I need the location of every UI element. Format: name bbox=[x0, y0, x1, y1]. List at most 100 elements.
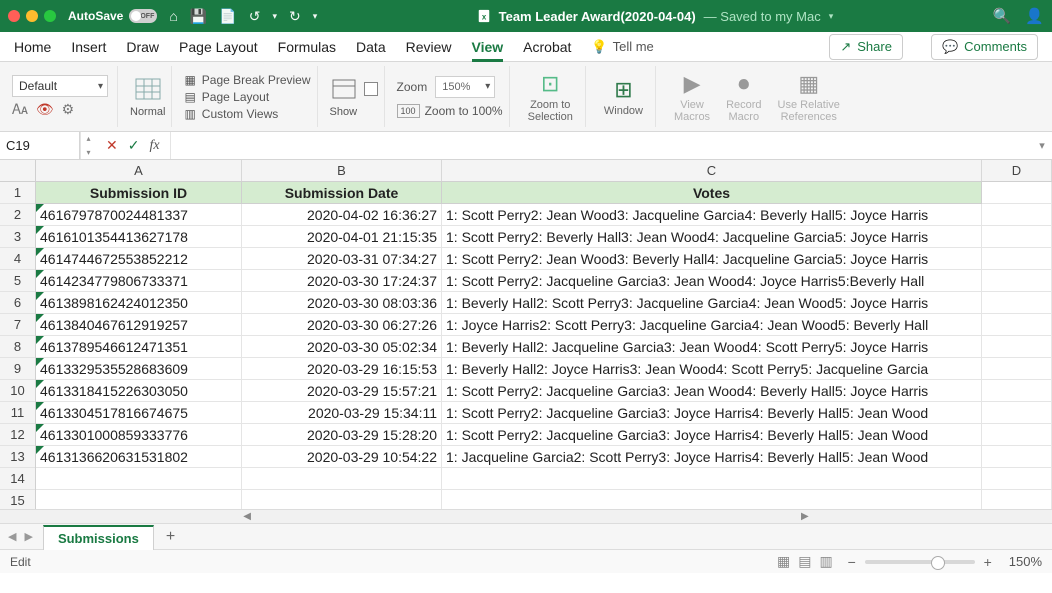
save-icon[interactable]: 💾 bbox=[190, 8, 207, 25]
redo-icon[interactable]: ↻ bbox=[289, 8, 301, 25]
row-header-3[interactable]: 3 bbox=[0, 226, 35, 248]
cell[interactable]: 4613318415226303050 bbox=[36, 380, 242, 402]
cell[interactable]: 4613840467612919257 bbox=[36, 314, 242, 336]
show-icon[interactable] bbox=[330, 75, 358, 103]
zoom-to-100-button[interactable]: 100Zoom to 100% bbox=[397, 104, 503, 118]
cell[interactable] bbox=[982, 270, 1052, 292]
cell[interactable] bbox=[36, 468, 242, 490]
row-header-7[interactable]: 7 bbox=[0, 314, 35, 336]
cell[interactable]: Submission ID bbox=[36, 182, 242, 204]
close-window-icon[interactable] bbox=[8, 10, 20, 22]
settings-icon[interactable]: ⚙ bbox=[62, 101, 75, 118]
cell[interactable]: 2020-03-29 16:15:53 bbox=[242, 358, 442, 380]
formula-input[interactable] bbox=[171, 132, 1032, 159]
cell[interactable]: 4613789546612471351 bbox=[36, 336, 242, 358]
minimize-window-icon[interactable] bbox=[26, 10, 38, 22]
cell[interactable]: 2020-03-30 05:02:34 bbox=[242, 336, 442, 358]
cell[interactable]: 2020-04-01 21:15:35 bbox=[242, 226, 442, 248]
style-dropdown[interactable]: Default bbox=[12, 75, 108, 97]
cell[interactable]: 4613898162424012350 bbox=[36, 292, 242, 314]
zoom-out-button[interactable]: − bbox=[845, 554, 859, 570]
row-header-1[interactable]: 1 bbox=[0, 182, 35, 204]
cell[interactable]: 1: Scott Perry2: Jacqueline Garcia3: Joy… bbox=[442, 424, 982, 446]
tab-nav-next-icon[interactable]: ▶ bbox=[24, 530, 32, 543]
column-header-C[interactable]: C bbox=[442, 160, 982, 181]
menu-acrobat[interactable]: Acrobat bbox=[523, 39, 571, 55]
cell[interactable] bbox=[982, 468, 1052, 490]
cell[interactable]: 1: Scott Perry2: Jacqueline Garcia3: Jea… bbox=[442, 270, 982, 292]
cell[interactable]: 2020-03-29 15:28:20 bbox=[242, 424, 442, 446]
cell[interactable]: 4616101354413627178 bbox=[36, 226, 242, 248]
menu-insert[interactable]: Insert bbox=[71, 39, 106, 55]
cell[interactable] bbox=[982, 182, 1052, 204]
cell[interactable]: 1: Scott Perry2: Jacqueline Garcia3: Joy… bbox=[442, 402, 982, 424]
column-header-A[interactable]: A bbox=[36, 160, 242, 181]
menu-draw[interactable]: Draw bbox=[126, 39, 159, 55]
new-window-button[interactable]: ⊞ Window bbox=[598, 75, 649, 119]
cell[interactable]: 4613136620631531802 bbox=[36, 446, 242, 468]
menu-page-layout[interactable]: Page Layout bbox=[179, 39, 258, 55]
cell[interactable]: 1: Beverly Hall2: Jacqueline Garcia3: Je… bbox=[442, 336, 982, 358]
view-macros-button[interactable]: ▶View Macros bbox=[668, 69, 716, 125]
cell[interactable] bbox=[982, 380, 1052, 402]
eye-icon[interactable]: 👁 bbox=[36, 101, 54, 118]
menu-review[interactable]: Review bbox=[406, 39, 452, 55]
row-header-4[interactable]: 4 bbox=[0, 248, 35, 270]
search-icon[interactable]: 🔍 bbox=[993, 7, 1012, 25]
cell[interactable]: 4613304517816674675 bbox=[36, 402, 242, 424]
tell-me-search[interactable]: 💡 Tell me bbox=[591, 39, 653, 55]
record-macro-button[interactable]: ⏺Record Macro bbox=[720, 69, 767, 125]
custom-views-button[interactable]: ▥ Custom Views bbox=[184, 107, 310, 121]
cell[interactable] bbox=[982, 402, 1052, 424]
cell[interactable]: 1: Scott Perry2: Beverly Hall3: Jean Woo… bbox=[442, 226, 982, 248]
cell[interactable] bbox=[442, 468, 982, 490]
cell[interactable]: 1: Beverly Hall2: Scott Perry3: Jacqueli… bbox=[442, 292, 982, 314]
cell[interactable]: 2020-03-30 06:27:26 bbox=[242, 314, 442, 336]
cell[interactable]: 2020-03-30 08:03:36 bbox=[242, 292, 442, 314]
row-header-10[interactable]: 10 bbox=[0, 380, 35, 402]
fullscreen-window-icon[interactable] bbox=[44, 10, 56, 22]
cell[interactable]: 2020-03-29 15:34:11 bbox=[242, 402, 442, 424]
page-layout-button[interactable]: ▤ Page Layout bbox=[184, 90, 310, 104]
cell[interactable] bbox=[982, 336, 1052, 358]
autosave-switch[interactable]: OFF bbox=[129, 9, 157, 23]
cell[interactable] bbox=[982, 314, 1052, 336]
cell[interactable] bbox=[982, 248, 1052, 270]
autosave-toggle[interactable]: AutoSave OFF bbox=[68, 9, 157, 23]
row-header-9[interactable]: 9 bbox=[0, 358, 35, 380]
chevron-down-icon[interactable]: ▾ bbox=[829, 11, 834, 22]
row-header-8[interactable]: 8 bbox=[0, 336, 35, 358]
row-header-11[interactable]: 11 bbox=[0, 402, 35, 424]
undo-icon[interactable]: ↺ bbox=[249, 8, 261, 25]
menu-home[interactable]: Home bbox=[14, 39, 51, 55]
cell[interactable]: 2020-04-02 16:36:27 bbox=[242, 204, 442, 226]
column-header-B[interactable]: B bbox=[242, 160, 442, 181]
zoom-slider[interactable] bbox=[865, 560, 975, 564]
cell[interactable]: 2020-03-31 07:34:27 bbox=[242, 248, 442, 270]
cell[interactable]: 2020-03-30 17:24:37 bbox=[242, 270, 442, 292]
formula-text-field[interactable] bbox=[177, 138, 1026, 153]
cell[interactable] bbox=[242, 468, 442, 490]
font-icon[interactable]: 🗛 bbox=[12, 101, 28, 118]
cell[interactable]: 1: Scott Perry2: Jean Wood3: Jacqueline … bbox=[442, 204, 982, 226]
cell[interactable] bbox=[982, 204, 1052, 226]
cell[interactable]: 2020-03-29 15:57:21 bbox=[242, 380, 442, 402]
cell[interactable]: 1: Scott Perry2: Jean Wood3: Beverly Hal… bbox=[442, 248, 982, 270]
use-relative-refs-button[interactable]: ▦Use Relative References bbox=[772, 69, 846, 125]
zoom-dropdown[interactable]: 150% bbox=[435, 76, 495, 98]
home-icon[interactable]: ⌂ bbox=[169, 8, 177, 24]
normal-view-status-icon[interactable]: ▦ bbox=[777, 553, 790, 570]
cell[interactable]: 4614744672553852212 bbox=[36, 248, 242, 270]
cell[interactable]: 1: Joyce Harris2: Scott Perry3: Jacqueli… bbox=[442, 314, 982, 336]
show-checkbox[interactable] bbox=[364, 82, 378, 96]
comments-button[interactable]: 💬 Comments bbox=[931, 34, 1038, 60]
zoom-in-button[interactable]: + bbox=[981, 554, 995, 570]
cell[interactable]: 1: Scott Perry2: Jacqueline Garcia3: Jea… bbox=[442, 380, 982, 402]
print-icon[interactable]: 📄 bbox=[219, 8, 236, 25]
row-header-14[interactable]: 14 bbox=[0, 468, 35, 490]
cell[interactable]: 4613329535528683609 bbox=[36, 358, 242, 380]
page-break-status-icon[interactable]: ▥ bbox=[820, 553, 833, 570]
column-header-D[interactable]: D bbox=[982, 160, 1052, 181]
cell[interactable]: 4614234779806733371 bbox=[36, 270, 242, 292]
cell[interactable]: Votes bbox=[442, 182, 982, 204]
